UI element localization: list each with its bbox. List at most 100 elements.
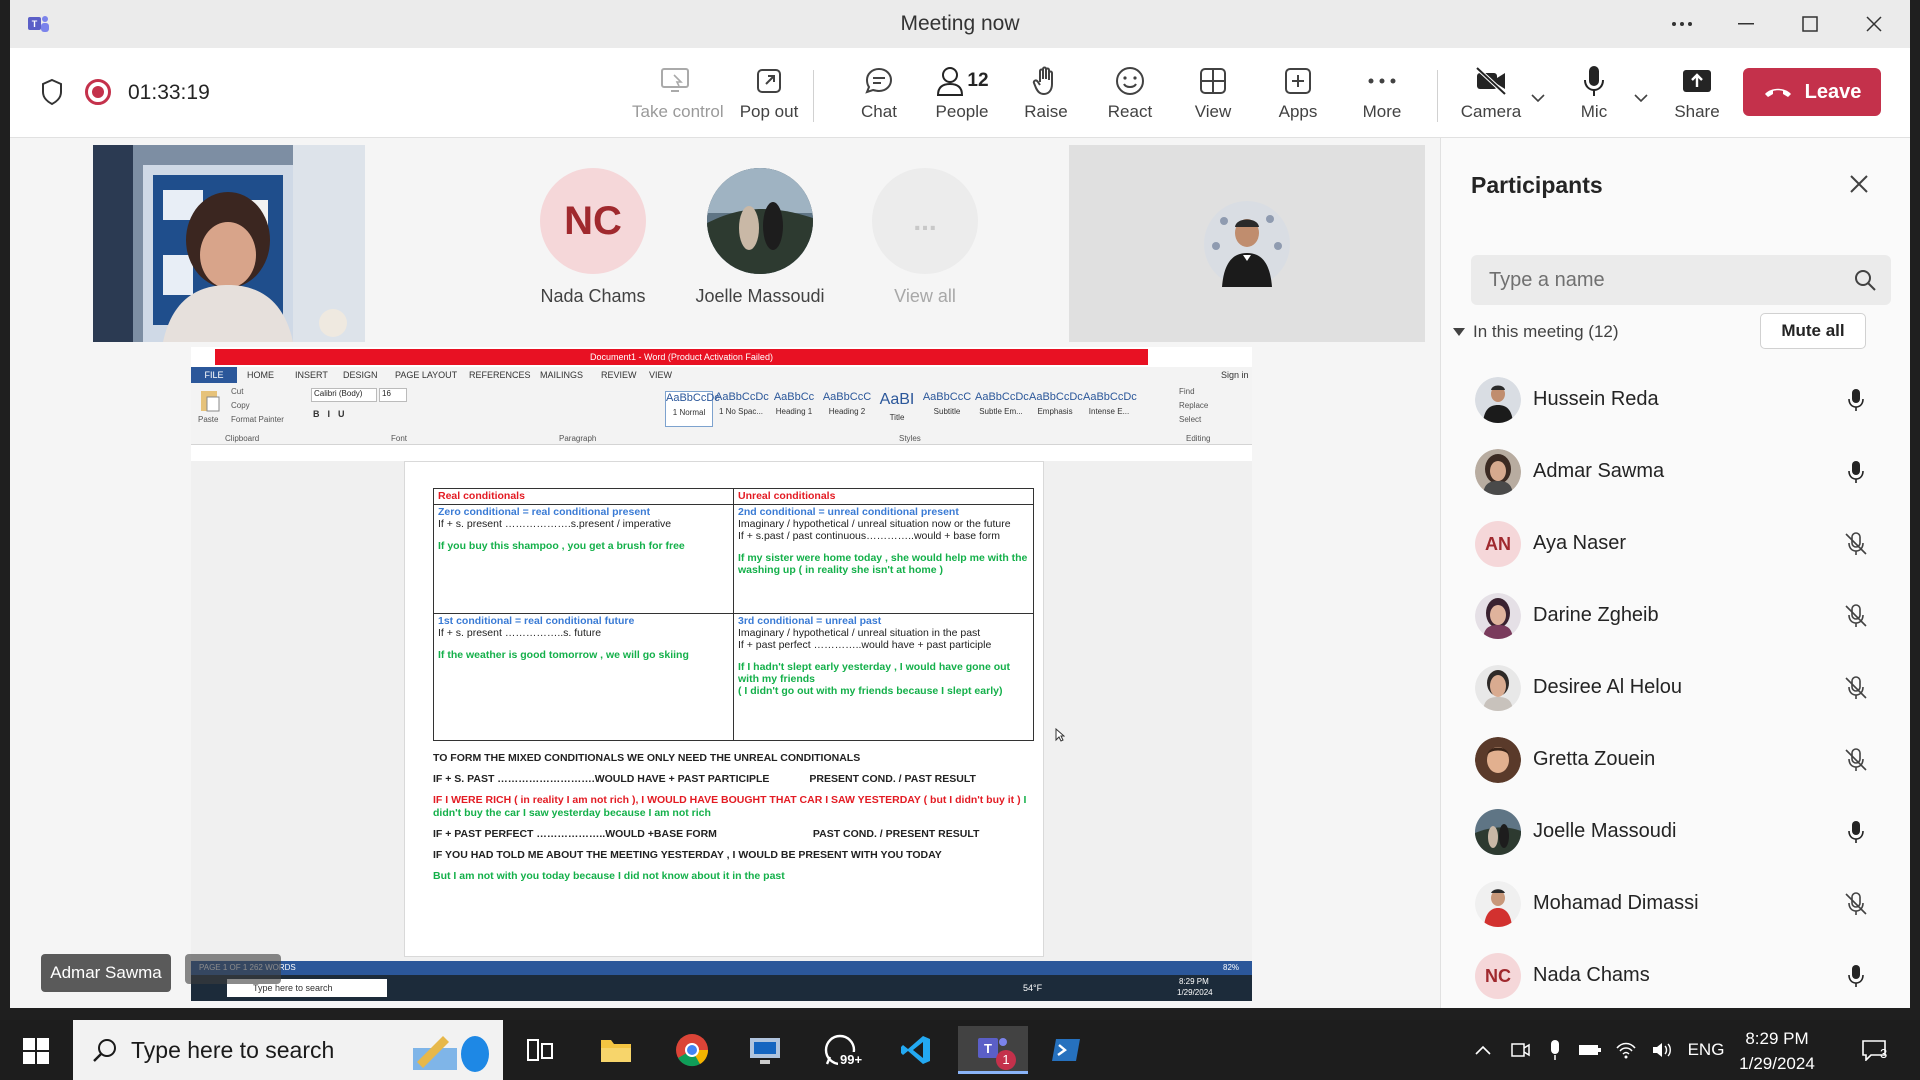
- avatar: [1204, 201, 1290, 287]
- close-panel-button[interactable]: [1845, 170, 1873, 198]
- third-conditional-title: 3rd conditional = unreal past: [738, 615, 882, 628]
- avatar: [1475, 665, 1521, 711]
- leave-button[interactable]: Leave: [1743, 68, 1881, 116]
- more-button[interactable]: More: [1339, 62, 1425, 128]
- word-copy-label: Copy: [231, 401, 250, 410]
- microphone-tray-icon[interactable]: [1541, 1020, 1569, 1080]
- close-window-button[interactable]: [1842, 8, 1906, 40]
- share-button[interactable]: Share: [1654, 62, 1740, 128]
- teams-taskbar-button[interactable]: T 1: [958, 1026, 1028, 1074]
- mic-on-icon: [1842, 458, 1870, 486]
- camera-options-button[interactable]: [1528, 88, 1548, 108]
- word-style-name: Subtitle: [933, 407, 961, 416]
- chrome-button[interactable]: [664, 1026, 720, 1074]
- word-zoom-level: 82%: [1223, 963, 1240, 972]
- view-button[interactable]: View: [1170, 62, 1256, 128]
- apps-button[interactable]: Apps: [1255, 62, 1341, 128]
- in-meeting-section-toggle[interactable]: In this meeting (12): [1453, 322, 1619, 342]
- participant-row[interactable]: Hussein Reda: [1441, 364, 1910, 436]
- real-conditionals-header: Real conditionals: [433, 488, 734, 505]
- word-style-5: AaBbCcC Subtitle: [921, 391, 973, 427]
- ellipsis-icon: [1368, 78, 1396, 84]
- mic-on-icon: [1842, 962, 1870, 990]
- leave-label: Leave: [1804, 80, 1862, 103]
- share-screen-icon: [1683, 70, 1711, 92]
- whatsapp-badge: 99+: [838, 1052, 865, 1067]
- more-options-button[interactable]: [1650, 8, 1714, 40]
- participant-tile-nada[interactable]: NC Nada Chams: [518, 168, 668, 307]
- taskbar-search-box[interactable]: Type here to search: [73, 1020, 503, 1080]
- participant-name: Desiree Al Helou: [1533, 676, 1682, 698]
- battery-tray-icon[interactable]: [1575, 1020, 1605, 1080]
- svg-text:T: T: [984, 1041, 992, 1056]
- network-tray-icon[interactable]: [1611, 1020, 1641, 1080]
- mic-label: Mic: [1580, 102, 1608, 121]
- word-style-sample: AaBbCcC: [822, 391, 872, 403]
- people-button[interactable]: 12 People: [919, 62, 1005, 128]
- word-tab-insert: INSERT: [295, 370, 328, 380]
- avatar: [1475, 881, 1521, 927]
- participant-row[interactable]: Desiree Al Helou: [1441, 652, 1910, 724]
- word-tab-view: VIEW: [649, 370, 673, 380]
- participant-name: Hussein Reda: [1533, 388, 1659, 410]
- remote-desktop-button[interactable]: [737, 1026, 793, 1074]
- shield-icon[interactable]: [40, 78, 64, 106]
- task-view-icon: [527, 1039, 553, 1061]
- word-style-name: Subtle Em...: [979, 407, 1023, 416]
- raise-hand-button[interactable]: Raise: [1003, 62, 1089, 128]
- zero-conditional-cell: Zero conditional = real conditional pres…: [433, 503, 734, 615]
- view-all-tile[interactable]: ... View all: [850, 168, 1000, 307]
- powershell-button[interactable]: [1038, 1026, 1094, 1074]
- participant-row[interactable]: Admar Sawma: [1441, 436, 1910, 508]
- participant-row[interactable]: Mohamad Dimassi: [1441, 868, 1910, 940]
- participant-row[interactable]: NC Nada Chams: [1441, 940, 1910, 1008]
- show-hidden-icons-button[interactable]: [1468, 1020, 1498, 1080]
- maximize-button[interactable]: [1778, 8, 1842, 40]
- participant-row[interactable]: AN Aya Naser: [1441, 508, 1910, 580]
- mute-all-button[interactable]: Mute all: [1760, 313, 1866, 349]
- word-style-sample: AaBbCcDc: [1029, 391, 1083, 403]
- mixed-rule-2: IF + PAST PERFECT ………………..WOULD +BASE FO…: [433, 828, 1033, 841]
- participant-row[interactable]: Gretta Zouein: [1441, 724, 1910, 796]
- mic-muted-icon: [1842, 674, 1870, 702]
- whatsapp-button[interactable]: 99+: [812, 1026, 868, 1074]
- participant-tile-hussein[interactable]: [1069, 145, 1425, 342]
- remote-desktop-icon: [750, 1038, 780, 1064]
- camera-button[interactable]: Camera: [1448, 62, 1534, 128]
- language-indicator[interactable]: ENG: [1686, 1020, 1726, 1080]
- word-format-painter-label: Format Painter: [231, 415, 284, 424]
- participant-search[interactable]: [1471, 255, 1891, 305]
- participant-tile-joelle[interactable]: Joelle Massoudi: [685, 168, 835, 307]
- task-view-button[interactable]: [512, 1026, 568, 1074]
- chat-button[interactable]: Chat: [836, 62, 922, 128]
- mic-options-button[interactable]: [1631, 88, 1651, 108]
- avatar: NC: [540, 168, 646, 274]
- word-style-name: 1 Normal: [672, 408, 706, 417]
- pop-out-button[interactable]: Pop out: [726, 62, 812, 128]
- participant-video-tile[interactable]: [93, 145, 365, 342]
- participant-search-input[interactable]: [1489, 267, 1829, 293]
- word-style-sample: AaBI: [879, 391, 915, 408]
- third-conditional-note: ( I didn't go out with my friends becaus…: [738, 685, 1003, 698]
- meeting-toolbar: 01:33:19 Take control Pop out Chat 12 Pe…: [10, 48, 1910, 183]
- file-explorer-button[interactable]: [588, 1026, 644, 1074]
- microphone-icon: [1551, 1040, 1559, 1060]
- search-highlight-icon: [413, 1036, 489, 1072]
- minimize-button[interactable]: [1714, 8, 1778, 40]
- meet-now-tray-icon[interactable]: [1506, 1020, 1534, 1080]
- search-icon[interactable]: [1853, 268, 1877, 292]
- vscode-button[interactable]: [888, 1026, 944, 1074]
- notifications-button[interactable]: 3: [1852, 1020, 1896, 1080]
- meeting-stage: NC Nada Chams Joelle Massoudi ... View a…: [10, 138, 1430, 1008]
- participant-row[interactable]: Joelle Massoudi: [1441, 796, 1910, 868]
- mic-button[interactable]: Mic: [1551, 62, 1637, 128]
- react-button[interactable]: React: [1087, 62, 1173, 128]
- volume-tray-icon[interactable]: [1647, 1020, 1677, 1080]
- word-styles-group: Styles: [899, 434, 921, 443]
- start-button[interactable]: [10, 1034, 62, 1068]
- take-control-button[interactable]: Take control: [632, 62, 724, 128]
- participant-row[interactable]: Darine Zgheib: [1441, 580, 1910, 652]
- hang-up-icon: [1764, 88, 1791, 97]
- taskbar-clock[interactable]: 8:29 PM 1/29/2024: [1722, 1026, 1832, 1076]
- mixed-example-2: IF YOU HAD TOLD ME ABOUT THE MEETING YES…: [433, 849, 942, 861]
